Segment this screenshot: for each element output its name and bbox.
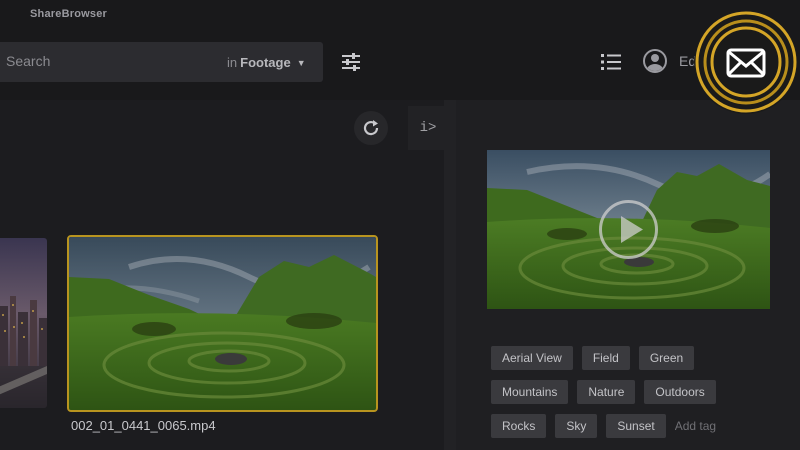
tag-row: Mountains Nature Outdoors <box>491 380 781 404</box>
tag-chip[interactable]: Nature <box>577 380 636 404</box>
info-panel-toggle[interactable]: i> <box>408 106 448 150</box>
message-notification-button[interactable] <box>694 10 798 114</box>
tag-row: Aerial View Field Green <box>491 346 781 370</box>
tag-chip[interactable]: Outdoors <box>644 380 716 404</box>
tag-chip[interactable]: Sunset <box>606 414 666 438</box>
user-avatar-icon[interactable] <box>643 49 667 73</box>
list-icon <box>601 54 621 70</box>
tag-chip[interactable]: Sky <box>555 414 598 438</box>
chevron-down-icon: ▼ <box>296 58 306 68</box>
search-scope-dropdown[interactable]: in Footage ▼ <box>227 55 306 70</box>
asset-thumbnail-selected[interactable] <box>67 235 378 412</box>
search-bar: inFootage ▼ <box>0 42 323 82</box>
sliders-icon <box>342 53 360 71</box>
refresh-icon <box>363 120 379 136</box>
scope-prefix: in <box>227 55 238 70</box>
tag-row: Rocks Sky Sunset <box>491 414 781 438</box>
tag-chip[interactable]: Field <box>581 346 630 370</box>
search-input[interactable] <box>6 53 186 69</box>
refresh-button[interactable] <box>354 111 388 145</box>
add-tag-input[interactable] <box>674 419 755 433</box>
asset-filename[interactable]: 002_01_0441_0065.mp4 <box>71 418 216 433</box>
tag-chip[interactable]: Green <box>638 346 695 370</box>
tag-chip[interactable]: Mountains <box>491 380 569 404</box>
tag-chip[interactable]: Rocks <box>491 414 547 438</box>
list-view-button[interactable] <box>597 48 625 76</box>
filter-button[interactable] <box>337 48 365 76</box>
app-brand: ShareBrowser <box>30 8 107 20</box>
tag-chip[interactable]: Aerial View <box>491 346 573 370</box>
asset-thumbnail-city[interactable] <box>0 238 47 408</box>
tag-list: Aerial View Field Green Mountains Nature… <box>491 346 781 448</box>
scope-value: Footage <box>240 55 291 70</box>
play-button[interactable] <box>598 199 659 260</box>
pane-divider[interactable] <box>444 100 456 450</box>
play-icon <box>599 200 658 259</box>
